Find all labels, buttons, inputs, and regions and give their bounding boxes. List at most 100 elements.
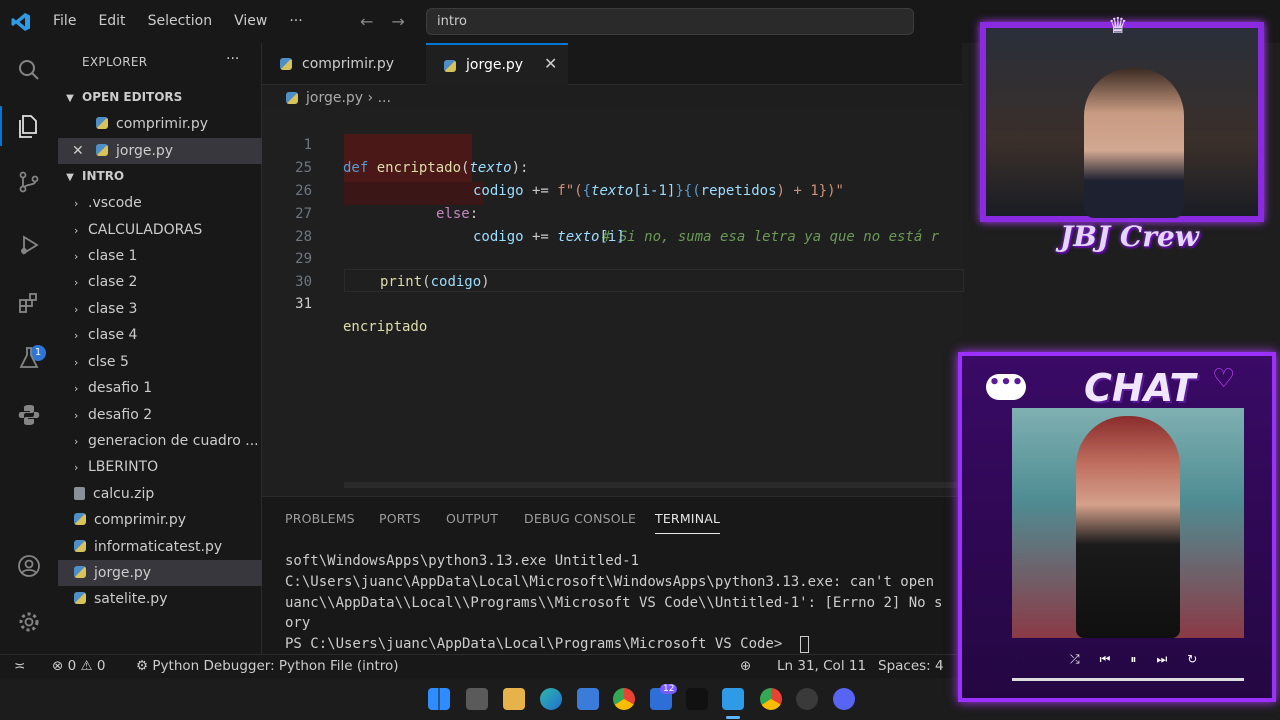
chevron-right-icon: › (74, 435, 79, 448)
chevron-down-icon: ▼ (66, 172, 74, 183)
chrome-icon[interactable] (613, 688, 635, 710)
open-editor-item[interactable]: comprimir.py (58, 111, 262, 137)
next-track-icon[interactable]: ⏭ (1156, 652, 1167, 667)
debug-icon: ⚙ (136, 658, 149, 674)
obs-icon[interactable] (796, 688, 818, 710)
notification-badge: 12 (660, 684, 678, 694)
file-item-selected[interactable]: jorge.py (58, 560, 262, 586)
code-editor[interactable]: 1 def encriptado(texto): 25 codigo += f"… (262, 110, 964, 496)
tab-problems[interactable]: PROBLEMS (285, 511, 355, 526)
testing-flask-icon[interactable] (0, 338, 58, 378)
python-file-icon (444, 60, 456, 72)
run-debug-icon[interactable] (0, 225, 58, 265)
code-line: 1 def encriptado(texto): (303, 137, 529, 176)
menu-view[interactable]: View (223, 0, 278, 43)
pause-icon[interactable]: ⏸ (1130, 652, 1136, 667)
folder-item[interactable]: › desafio 1 (58, 375, 262, 401)
folder-item[interactable]: › clase 2 (58, 269, 262, 295)
explorer-files-icon[interactable] (0, 106, 58, 146)
tab-debug-console[interactable]: DEBUG CONSOLE (524, 511, 636, 526)
task-view-icon[interactable] (466, 688, 488, 710)
code-line: 28 (295, 229, 312, 245)
python-icon[interactable] (0, 395, 58, 435)
chat-bubble-icon: ••• (986, 374, 1026, 400)
remote-icon[interactable]: ≍ (14, 655, 25, 678)
open-editor-item-active[interactable]: ✕ jorge.py (58, 138, 262, 164)
tab-comprimir[interactable]: comprimir.py (262, 43, 426, 85)
capcut-icon[interactable] (686, 688, 708, 710)
menu-file[interactable]: File (42, 0, 87, 43)
command-center-search[interactable]: intro (426, 8, 914, 35)
folder-item[interactable]: › clase 3 (58, 296, 262, 322)
tab-close-icon[interactable]: ✕ (544, 43, 557, 85)
folder-item[interactable]: › CALCULADORAS (58, 217, 262, 243)
album-cover-image (1012, 408, 1244, 638)
folder-item[interactable]: › clase 1 (58, 243, 262, 269)
open-editors-header[interactable]: ▼ OPEN EDITORS (58, 86, 262, 108)
breadcrumb: jorge.py › ... (262, 86, 391, 110)
search-icon[interactable] (0, 50, 58, 90)
zoom-icon[interactable]: ⊕ (740, 655, 751, 678)
account-icon[interactable] (0, 546, 58, 586)
vscode-taskbar-icon[interactable] (722, 688, 744, 710)
horizontal-scrollbar[interactable] (344, 482, 960, 488)
problems-status[interactable]: ⊗ 0 ⚠ 0 (52, 655, 106, 678)
code-line: 25 codigo += f"({texto[i-1]}{(repetidos)… (295, 160, 844, 199)
terminal-output[interactable]: soft\WindowsApps\python3.13.exe Untitled… (262, 551, 962, 655)
crew-logo: JBJ Crew (1060, 220, 1199, 253)
file-item[interactable]: informaticatest.py (58, 534, 262, 560)
playback-progress (1012, 678, 1244, 681)
folder-item[interactable]: › .vscode (58, 190, 262, 216)
discord-icon[interactable] (833, 688, 855, 710)
folder-item[interactable]: › generacion de cuadro ... (58, 428, 262, 454)
extensions-icon[interactable] (0, 283, 58, 323)
python-file-icon (96, 117, 108, 129)
breadcrumb-rest[interactable]: › ... (368, 90, 391, 106)
webcam-overlay: ♛ JBJ Crew (972, 14, 1276, 264)
file-item[interactable]: calcu.zip (58, 481, 262, 507)
store-icon[interactable] (577, 688, 599, 710)
repeat-icon[interactable]: ↻ (1187, 652, 1197, 667)
code-line: 31 encriptado (295, 296, 428, 335)
chat-title: CHAT (1084, 366, 1196, 410)
file-item[interactable]: comprimir.py (58, 507, 262, 533)
menu-more[interactable]: ··· (278, 0, 313, 43)
menu-selection[interactable]: Selection (137, 0, 224, 43)
tab-ports[interactable]: PORTS (379, 511, 421, 526)
code-line: 30 (295, 274, 312, 290)
folder-item[interactable]: › desafio 2 (58, 402, 262, 428)
source-control-icon[interactable] (0, 162, 58, 202)
explorer-more-actions[interactable]: ··· (226, 51, 239, 67)
warning-icon: ⚠ (80, 658, 93, 674)
streamer-webcam-image (1084, 68, 1184, 218)
vscode-logo-icon (0, 0, 42, 43)
folder-header-intro[interactable]: ▼ INTRO (58, 165, 262, 187)
file-item[interactable]: satelite.py (58, 586, 262, 612)
chevron-right-icon: › (74, 197, 79, 210)
heart-icon: ♡ (1212, 364, 1236, 394)
shuffle-icon[interactable]: ⤮ (1070, 652, 1080, 667)
cursor-position[interactable]: Ln 31, Col 11 (777, 655, 866, 678)
menu-edit[interactable]: Edit (87, 0, 136, 43)
close-icon[interactable]: ✕ (72, 138, 96, 164)
python-debugger-status[interactable]: ⚙ Python Debugger: Python File (intro) (136, 655, 399, 678)
chat-overlay: ••• CHAT ♡ ⤮ ⏮ ⏸ ⏭ ↻ (958, 352, 1276, 702)
bottom-panel: PROBLEMS PORTS OUTPUT DEBUG CONSOLE TERM… (262, 496, 962, 654)
chrome-profile-icon[interactable] (760, 688, 782, 710)
settings-gear-icon[interactable] (0, 602, 58, 642)
previous-track-icon[interactable]: ⏮ (1100, 652, 1111, 667)
tab-output[interactable]: OUTPUT (446, 511, 498, 526)
folder-item[interactable]: › clse 5 (58, 349, 262, 375)
forward-arrow-icon[interactable]: → (391, 12, 404, 31)
back-arrow-icon[interactable]: ← (360, 12, 373, 31)
chevron-down-icon: ▼ (66, 93, 74, 104)
folder-item[interactable]: › LBERINTO (58, 454, 262, 480)
file-explorer-icon[interactable] (503, 688, 525, 710)
indentation[interactable]: Spaces: 4 (878, 655, 944, 678)
chevron-right-icon: › (74, 276, 79, 289)
folder-item[interactable]: › clase 4 (58, 322, 262, 348)
edge-browser-icon[interactable] (540, 688, 562, 710)
python-file-icon (74, 592, 86, 604)
windows-start-icon[interactable] (428, 688, 450, 710)
tab-terminal[interactable]: TERMINAL (655, 511, 721, 534)
